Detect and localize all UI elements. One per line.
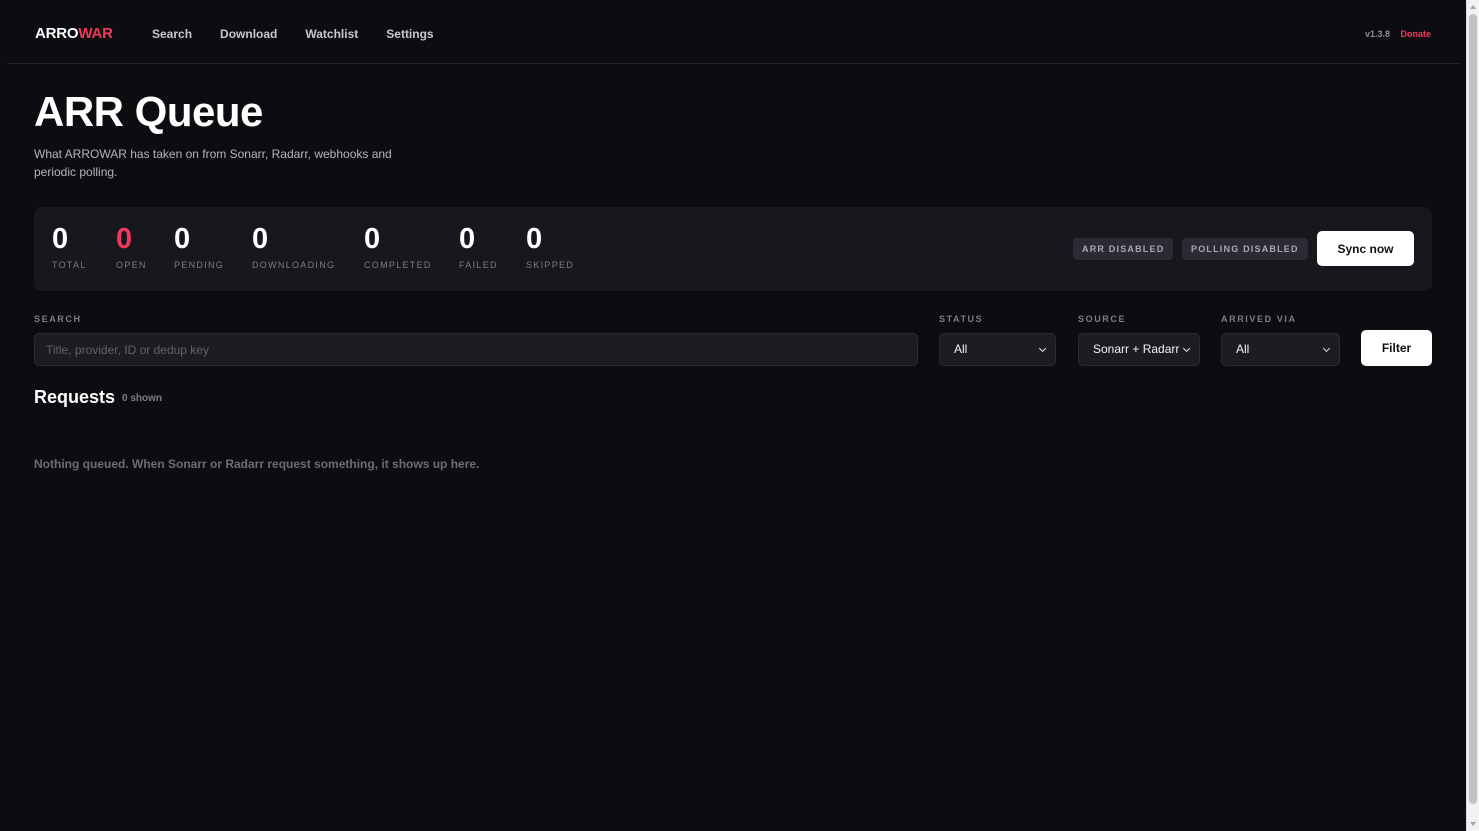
main-nav: Search Download Watchlist Settings xyxy=(152,27,462,41)
chevron-down-icon xyxy=(1038,344,1047,353)
stat-total-label: TOTAL xyxy=(52,260,87,270)
page-subtitle: What ARROWAR has taken on from Sonarr, R… xyxy=(34,147,392,179)
nav-link-search[interactable]: Search xyxy=(152,27,192,41)
top-navbar: ARROWAR Search Download Watchlist Settin… xyxy=(7,0,1461,64)
stat-skipped-value: 0 xyxy=(526,223,543,255)
brand-logo-arro: ARRO xyxy=(35,25,79,42)
page-scrollbar[interactable] xyxy=(1466,0,1479,831)
search-input[interactable] xyxy=(34,333,918,366)
page-title: ARR Queue xyxy=(34,88,263,135)
stat-completed: 0 COMPLETED xyxy=(364,223,432,270)
stat-pending: 0 PENDING xyxy=(174,223,224,270)
nav-link-watchlist[interactable]: Watchlist xyxy=(305,27,358,41)
requests-heading: Requests xyxy=(34,387,116,407)
stat-downloading: 0 DOWNLOADING xyxy=(252,223,335,270)
filter-button[interactable]: Filter xyxy=(1361,330,1432,366)
stat-total: 0 TOTAL xyxy=(52,223,87,270)
arrived-via-select[interactable]: All xyxy=(1221,333,1340,366)
stat-skipped-label: SKIPPED xyxy=(526,260,575,270)
source-select-value: Sonarr + Radarr xyxy=(1093,342,1180,356)
stat-open-label: OPEN xyxy=(116,260,147,270)
stat-completed-label: COMPLETED xyxy=(364,260,432,270)
sync-now-button[interactable]: Sync now xyxy=(1317,231,1414,266)
stat-failed: 0 FAILED xyxy=(459,223,498,270)
arr-status-badge: ARR DISABLED xyxy=(1073,238,1174,260)
stat-downloading-value: 0 xyxy=(252,223,269,255)
nav-link-download[interactable]: Download xyxy=(220,27,277,41)
scroll-up-arrow-icon[interactable] xyxy=(1470,5,1476,9)
source-filter-label: SOURCE xyxy=(1078,314,1127,324)
stat-completed-value: 0 xyxy=(364,223,381,255)
chevron-down-icon xyxy=(1322,344,1331,353)
brand-logo-war: WAR xyxy=(78,25,113,42)
brand-logo[interactable]: ARROWAR xyxy=(35,25,113,42)
stat-failed-label: FAILED xyxy=(459,260,498,270)
header-right: v1.3.8 Donate xyxy=(1365,29,1431,39)
stat-total-value: 0 xyxy=(52,223,69,255)
status-filter-label: STATUS xyxy=(939,314,984,324)
stat-failed-value: 0 xyxy=(459,223,476,255)
polling-status-badge: POLLING DISABLED xyxy=(1182,238,1308,260)
source-select[interactable]: Sonarr + Radarr xyxy=(1078,333,1200,366)
stat-open-value: 0 xyxy=(116,223,133,255)
stat-open: 0 OPEN xyxy=(116,223,147,270)
stat-skipped: 0 SKIPPED xyxy=(526,223,574,270)
stat-pending-label: PENDING xyxy=(174,260,225,270)
version-label: v1.3.8 xyxy=(1364,29,1390,39)
chevron-down-icon xyxy=(1182,344,1191,353)
search-label: SEARCH xyxy=(34,314,82,324)
scrollbar-thumb[interactable] xyxy=(1469,14,1477,804)
stat-downloading-label: DOWNLOADING xyxy=(252,260,336,270)
status-select[interactable]: All xyxy=(939,333,1056,366)
status-select-value: All xyxy=(954,342,968,356)
stat-pending-value: 0 xyxy=(174,223,191,255)
arrived-via-filter-label: ARRIVED VIA xyxy=(1221,314,1297,324)
donate-link[interactable]: Donate xyxy=(1400,29,1431,39)
empty-state-message: Nothing queued. When Sonarr or Radarr re… xyxy=(34,457,480,471)
stats-panel: 0 TOTAL 0 OPEN 0 PENDING 0 DOWNLOADING 0… xyxy=(34,207,1432,291)
arrived-via-select-value: All xyxy=(1236,342,1250,356)
nav-link-settings[interactable]: Settings xyxy=(386,27,433,41)
page: ARROWAR Search Download Watchlist Settin… xyxy=(0,0,1466,831)
scroll-down-arrow-icon[interactable] xyxy=(1470,822,1476,826)
requests-count: 0 shown xyxy=(122,393,163,404)
